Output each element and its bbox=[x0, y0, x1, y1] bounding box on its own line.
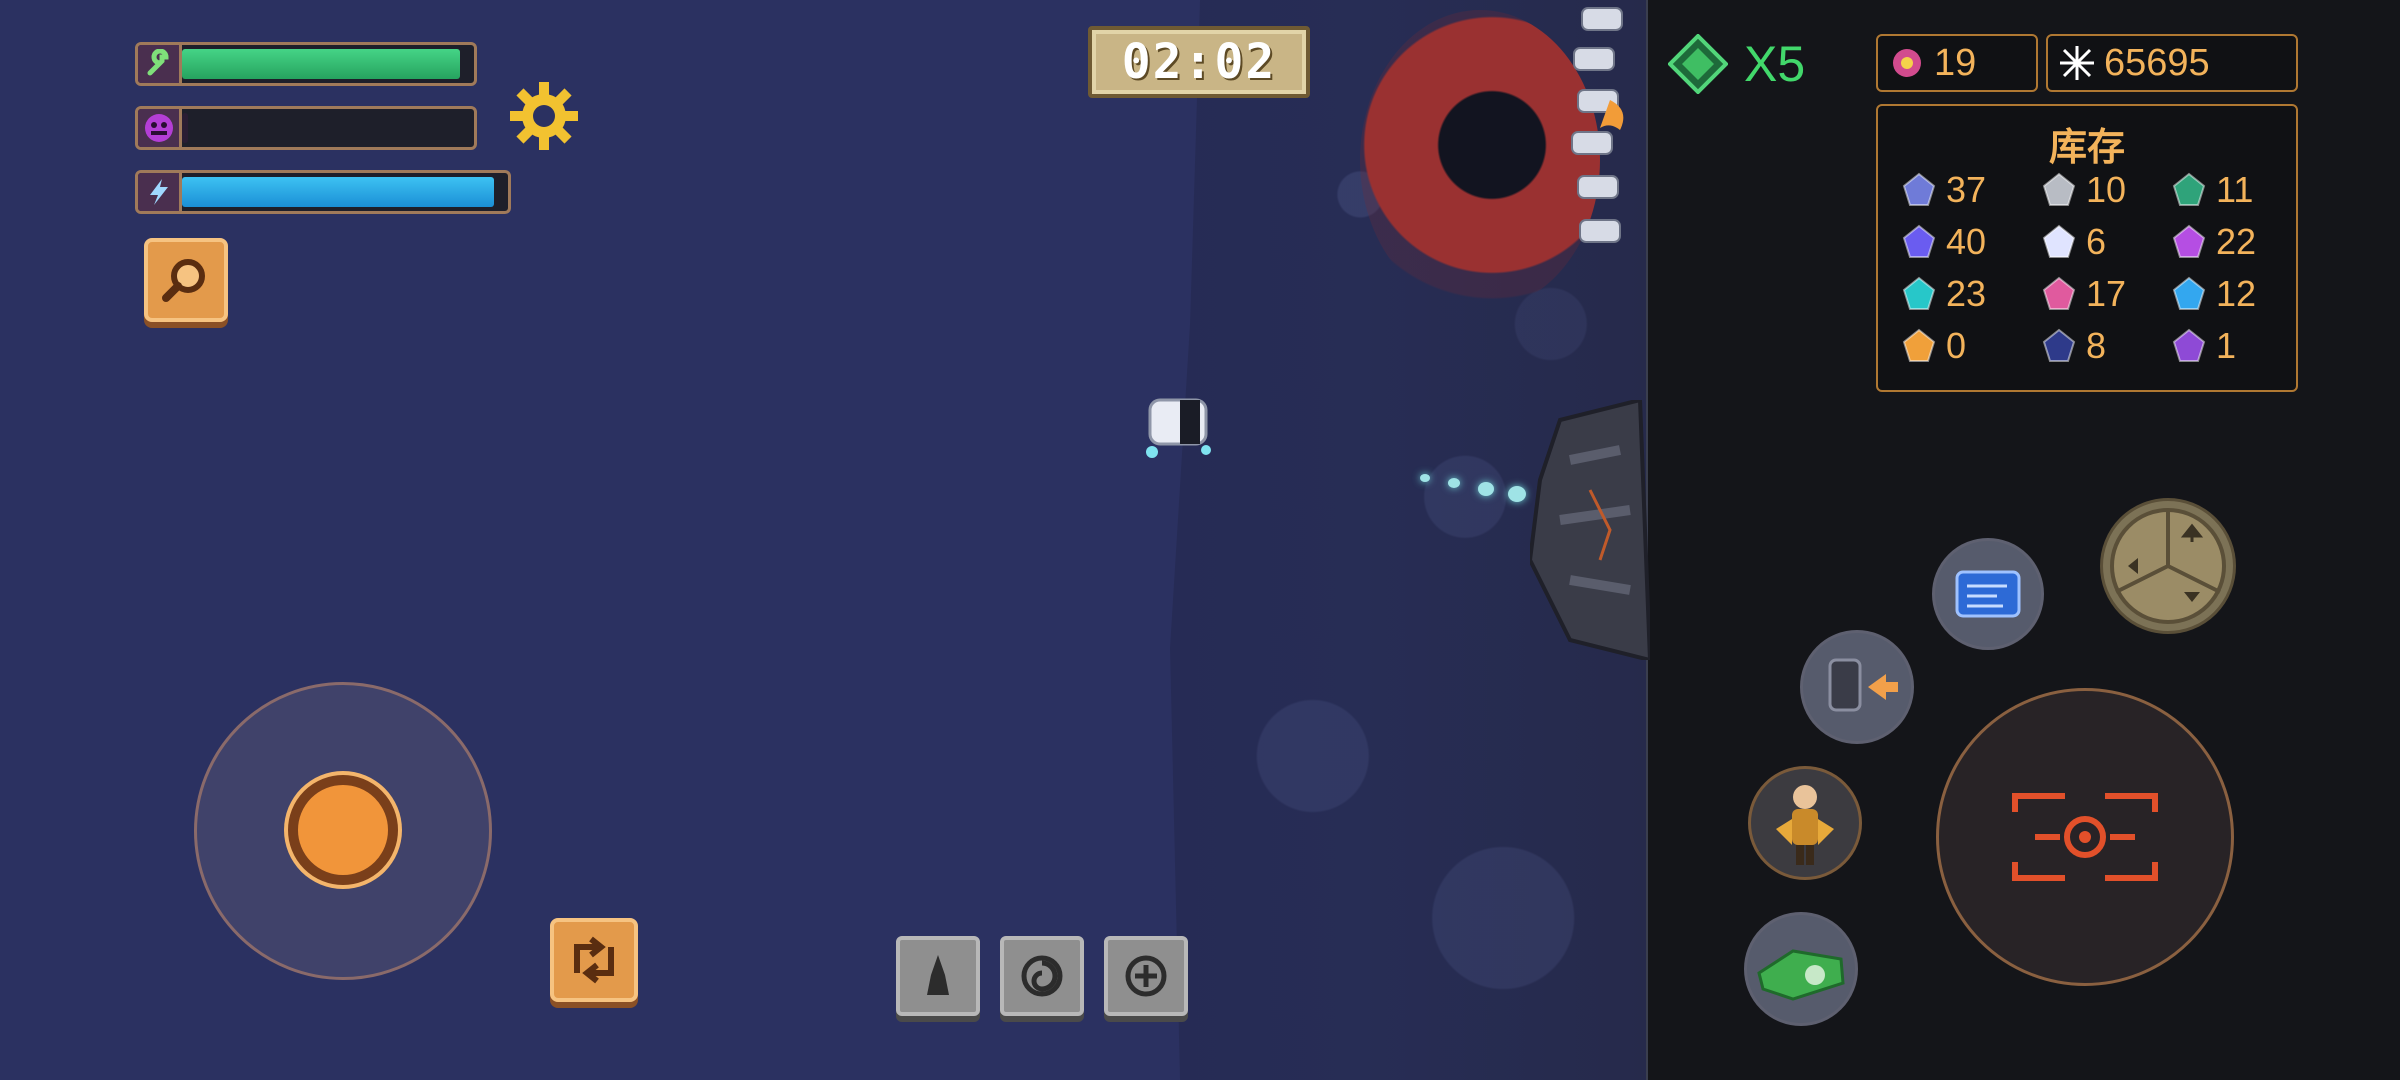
multiplier-text: X5 bbox=[1744, 36, 1806, 92]
map-scroll-button[interactable] bbox=[1932, 538, 2044, 650]
zoom-button[interactable] bbox=[144, 238, 228, 322]
drill-vehicle-button[interactable] bbox=[1744, 912, 1858, 1026]
direction-arrows-icon bbox=[2110, 508, 2226, 624]
drill-skill-button[interactable] bbox=[896, 936, 980, 1016]
green-capsule-icon bbox=[2170, 171, 2208, 209]
wrench-icon bbox=[138, 45, 182, 83]
inventory-item-count: 17 bbox=[2086, 273, 2127, 314]
spiral-skill-button[interactable] bbox=[1000, 936, 1084, 1016]
inventory-item-count: 1 bbox=[2216, 325, 2237, 366]
inventory-panel: 库存 37 10 11 40 6 22 23 17 12 0 8 1 bbox=[1876, 104, 2298, 392]
boss-claws bbox=[1571, 7, 1624, 243]
magnifier-icon bbox=[162, 259, 205, 302]
blue-cube-icon bbox=[2170, 275, 2208, 313]
direction-pad[interactable] bbox=[2100, 498, 2236, 634]
inventory-grid: 37 10 11 40 6 22 23 17 12 0 8 1 bbox=[1900, 168, 2290, 368]
inventory-item-count: 37 bbox=[1946, 169, 1987, 210]
inventory-title: 库存 bbox=[2048, 127, 2125, 169]
inventory-item: 1 bbox=[2170, 324, 2290, 368]
vortex-skill-button[interactable] bbox=[1104, 936, 1188, 1016]
inventory-item: 12 bbox=[2170, 272, 2290, 316]
mech-return-button[interactable] bbox=[1800, 630, 1914, 744]
projectile bbox=[1508, 486, 1526, 502]
lightning-icon bbox=[138, 173, 182, 211]
gray-rocket-icon bbox=[2040, 171, 2078, 209]
white-spark-icon bbox=[2060, 46, 2094, 80]
inventory-item: 17 bbox=[2040, 272, 2170, 316]
pilot-button[interactable] bbox=[1748, 766, 1862, 880]
match-timer: 02:02 bbox=[1088, 26, 1310, 98]
purple-knot-icon bbox=[2170, 327, 2208, 365]
projectile bbox=[1478, 482, 1494, 496]
hunger-bar-fill bbox=[182, 113, 188, 143]
pilot-character-icon bbox=[1776, 785, 1834, 865]
repair-bar bbox=[135, 42, 477, 86]
inventory-item: 11 bbox=[2170, 168, 2290, 212]
violet-cluster-icon bbox=[1900, 223, 1938, 261]
pink-crystal-icon bbox=[1893, 49, 1921, 77]
score-multiplier: X5 bbox=[1668, 34, 1805, 94]
fire-target-button[interactable] bbox=[1936, 688, 2234, 986]
monster-face-icon bbox=[138, 109, 182, 147]
drill-skill-icon bbox=[927, 955, 949, 995]
inventory-item-count: 22 bbox=[2216, 221, 2257, 262]
inventory-item: 22 bbox=[2170, 220, 2290, 264]
player-ship bbox=[1146, 398, 1211, 458]
white-star-icon bbox=[2040, 223, 2078, 261]
energy-bar-fill bbox=[182, 177, 494, 207]
navy-shard-icon bbox=[2040, 327, 2078, 365]
inventory-item-count: 40 bbox=[1946, 221, 1987, 262]
swap-arrows-icon bbox=[574, 936, 614, 984]
inventory-item: 8 bbox=[2040, 324, 2170, 368]
inventory-item: 37 bbox=[1900, 168, 2040, 212]
inventory-item-count: 6 bbox=[2086, 221, 2107, 262]
pink-crystal-count: 19 bbox=[1934, 41, 1977, 84]
green-gem-icon bbox=[1668, 34, 1728, 94]
projectile bbox=[1420, 474, 1430, 482]
inventory-item: 10 bbox=[2040, 168, 2170, 212]
crosshair-icon bbox=[2012, 793, 2158, 881]
inventory-item-count: 23 bbox=[1946, 273, 1987, 314]
mech-arrow-icon bbox=[1828, 658, 1898, 712]
timer-text: 02:02 bbox=[1121, 34, 1277, 90]
spark-counter: 65695 bbox=[2046, 34, 2298, 92]
inventory-item: 6 bbox=[2040, 220, 2170, 264]
map-scroll-icon bbox=[1955, 570, 2021, 618]
green-drill-icon bbox=[1757, 949, 1845, 1001]
hunger-bar bbox=[135, 106, 477, 150]
purple-shard-icon bbox=[2170, 223, 2208, 261]
swap-button[interactable] bbox=[550, 918, 638, 1002]
joystick-knob[interactable] bbox=[288, 775, 398, 885]
pink-helix-icon bbox=[2040, 275, 2078, 313]
orange-cross-icon bbox=[1900, 327, 1938, 365]
energy-bar bbox=[135, 170, 511, 214]
spiral-skill-icon bbox=[1021, 955, 1063, 997]
cyan-ring-icon bbox=[1900, 275, 1938, 313]
settings-gear-button[interactable] bbox=[508, 80, 580, 152]
inventory-item: 0 bbox=[1900, 324, 2040, 368]
spark-count: 65695 bbox=[2104, 41, 2210, 84]
mech-rock-enemy bbox=[1530, 400, 1650, 660]
inventory-item-count: 0 bbox=[1946, 325, 1967, 366]
inventory-item: 40 bbox=[1900, 220, 2040, 264]
inventory-item-count: 8 bbox=[2086, 325, 2107, 366]
inventory-item-count: 11 bbox=[2216, 169, 2254, 210]
vortex-skill-icon bbox=[1125, 955, 1167, 997]
inventory-item: 23 bbox=[1900, 272, 2040, 316]
projectile bbox=[1448, 478, 1460, 488]
blue-ore-icon bbox=[1900, 171, 1938, 209]
inventory-item-count: 12 bbox=[2216, 273, 2257, 314]
repair-bar-fill bbox=[182, 49, 460, 79]
pink-crystal-counter: 19 bbox=[1876, 34, 2038, 92]
inventory-item-count: 10 bbox=[2086, 169, 2127, 210]
